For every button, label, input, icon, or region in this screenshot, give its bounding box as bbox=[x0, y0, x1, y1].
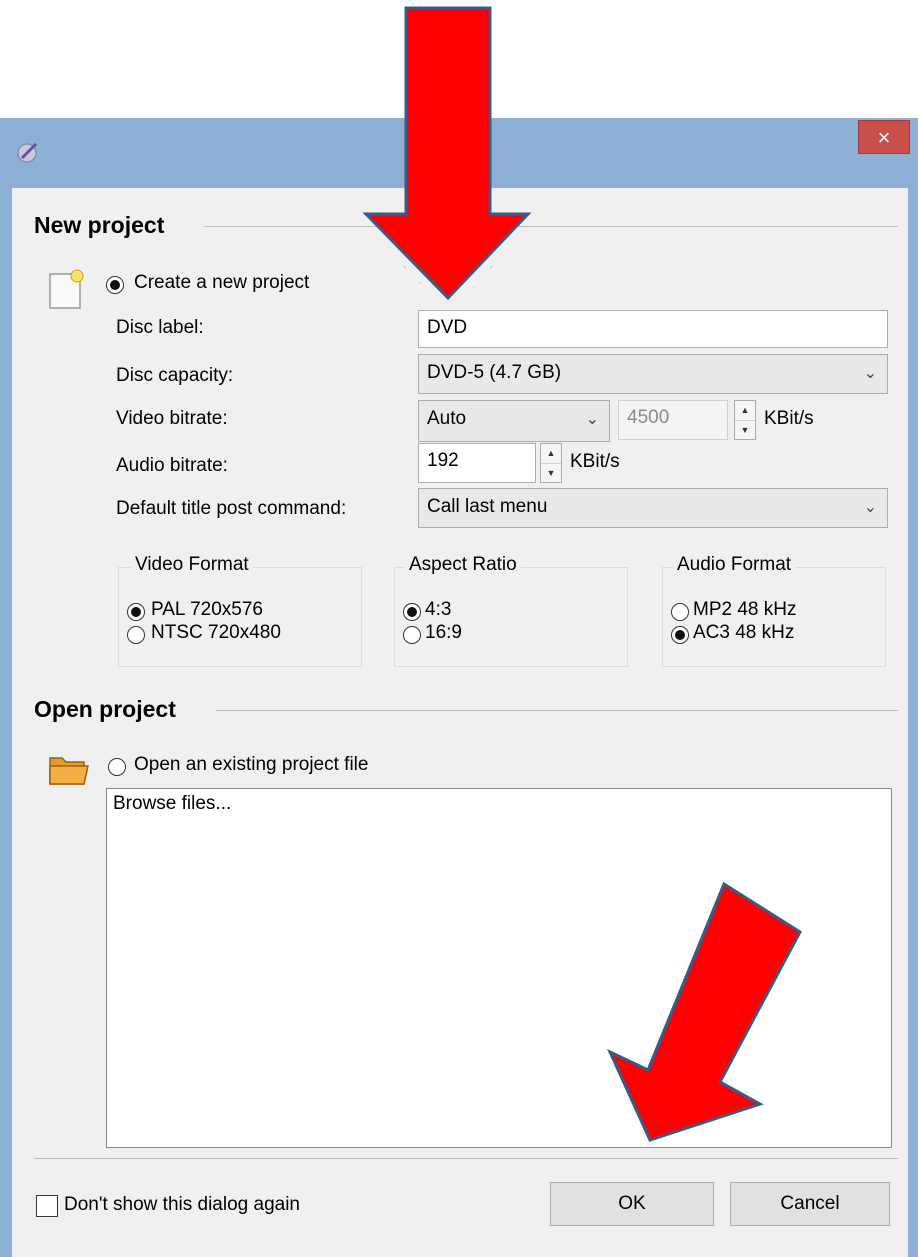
spin-up-icon[interactable]: ▲ bbox=[541, 444, 561, 464]
disc-capacity-label: Disc capacity: bbox=[116, 365, 234, 386]
post-command-value: Call last menu bbox=[427, 496, 548, 517]
aspect-16-9-radio[interactable] bbox=[403, 626, 421, 644]
ntsc-radio[interactable] bbox=[127, 626, 145, 644]
aspect-4-3-label: 4:3 bbox=[425, 599, 452, 620]
window-title: me bbox=[443, 138, 475, 163]
section-divider bbox=[204, 226, 898, 227]
ac3-radio[interactable] bbox=[671, 626, 689, 644]
video-format-title: Video Format bbox=[131, 554, 253, 576]
list-item[interactable]: Browse files... bbox=[113, 793, 885, 815]
aspect-ratio-group: Aspect Ratio 4:3 16:9 bbox=[394, 554, 628, 667]
audio-format-title: Audio Format bbox=[673, 554, 796, 576]
create-new-project-radio[interactable] bbox=[106, 276, 124, 294]
disc-capacity-value: DVD-5 (4.7 GB) bbox=[427, 362, 562, 383]
spin-up-icon[interactable]: ▲ bbox=[735, 401, 755, 421]
ok-button[interactable]: OK bbox=[550, 1182, 714, 1226]
audio-bitrate-input[interactable]: 192 bbox=[418, 443, 536, 483]
dont-show-checkbox[interactable] bbox=[36, 1195, 58, 1217]
disc-capacity-select[interactable]: DVD-5 (4.7 GB) ⌄ bbox=[418, 354, 888, 394]
ac3-label: AC3 48 kHz bbox=[693, 622, 795, 643]
chevron-down-icon: ⌄ bbox=[863, 499, 877, 516]
project-file-list[interactable]: Browse files... bbox=[106, 788, 892, 1148]
aspect-16-9-label: 16:9 bbox=[425, 622, 462, 643]
video-bitrate-label: Video bitrate: bbox=[116, 408, 228, 429]
footer-divider bbox=[34, 1158, 898, 1159]
dialog-client-area: New project Create a new project Disc la… bbox=[12, 188, 908, 1257]
dont-show-label: Don't show this dialog again bbox=[64, 1194, 300, 1215]
dialog-window: me × New project Create a new project Di… bbox=[0, 118, 918, 1257]
ntsc-label: NTSC 720x480 bbox=[151, 622, 281, 643]
chevron-down-icon: ⌄ bbox=[863, 365, 877, 382]
open-existing-label: Open an existing project file bbox=[134, 754, 369, 775]
pal-radio[interactable] bbox=[127, 603, 145, 621]
mp2-radio[interactable] bbox=[671, 603, 689, 621]
post-command-select[interactable]: Call last menu ⌄ bbox=[418, 488, 888, 528]
new-project-heading: New project bbox=[34, 212, 165, 238]
pal-label: PAL 720x576 bbox=[151, 599, 263, 620]
chevron-down-icon: ⌄ bbox=[585, 411, 599, 428]
post-command-label: Default title post command: bbox=[116, 498, 347, 519]
spin-down-icon[interactable]: ▼ bbox=[735, 421, 755, 440]
create-new-project-label: Create a new project bbox=[134, 272, 310, 293]
title-bar[interactable]: me × bbox=[0, 118, 918, 188]
audio-format-group: Audio Format MP2 48 kHz AC3 48 kHz bbox=[662, 554, 886, 667]
section-divider bbox=[216, 710, 898, 711]
video-bitrate-unit: KBit/s bbox=[764, 408, 814, 429]
video-bitrate-spinner[interactable]: ▲ ▼ bbox=[734, 400, 756, 440]
video-bitrate-input: 4500 bbox=[618, 400, 728, 440]
cancel-button[interactable]: Cancel bbox=[730, 1182, 890, 1226]
video-format-group: Video Format PAL 720x576 NTSC 720x480 bbox=[118, 554, 362, 667]
new-document-icon bbox=[49, 269, 84, 309]
video-bitrate-mode-value: Auto bbox=[427, 408, 467, 429]
folder-icon bbox=[49, 757, 89, 785]
disc-label-label: Disc label: bbox=[116, 317, 204, 338]
open-project-heading: Open project bbox=[34, 696, 176, 722]
audio-bitrate-spinner[interactable]: ▲ ▼ bbox=[540, 443, 562, 483]
aspect-ratio-title: Aspect Ratio bbox=[405, 554, 521, 576]
mp2-label: MP2 48 kHz bbox=[693, 599, 797, 620]
audio-bitrate-unit: KBit/s bbox=[570, 451, 620, 472]
video-bitrate-mode-select[interactable]: Auto ⌄ bbox=[418, 400, 610, 442]
aspect-4-3-radio[interactable] bbox=[403, 603, 421, 621]
open-existing-radio[interactable] bbox=[108, 758, 126, 776]
spin-down-icon[interactable]: ▼ bbox=[541, 464, 561, 483]
audio-bitrate-label: Audio bitrate: bbox=[116, 455, 228, 476]
close-button[interactable]: × bbox=[858, 120, 910, 154]
disc-label-input[interactable]: DVD bbox=[418, 310, 888, 348]
